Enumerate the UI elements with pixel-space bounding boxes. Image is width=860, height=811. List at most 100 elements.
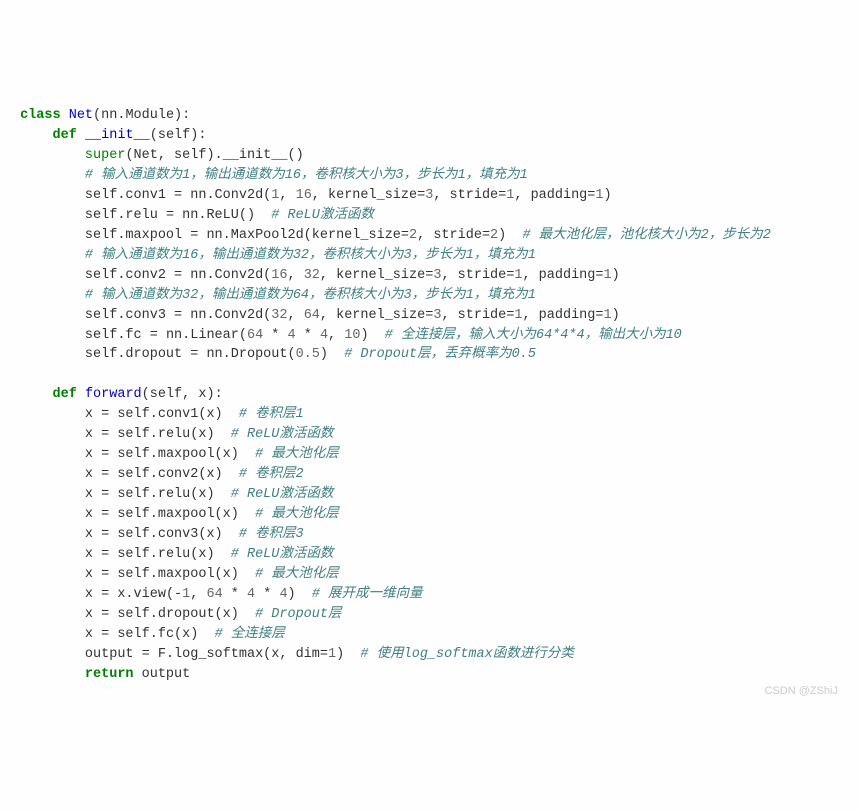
op: = [142, 647, 150, 662]
text: x [85, 567, 101, 582]
text: , stride [441, 268, 506, 283]
comment: # 最大池化层 [255, 567, 339, 582]
text: x [85, 627, 101, 642]
line: x = self.conv1(x) # 卷积层1 [12, 407, 304, 422]
class-name: Net [69, 108, 93, 123]
line: x = self.dropout(x) # Dropout层 [12, 607, 341, 622]
fn-name: __init__ [85, 128, 150, 143]
line: self.relu = nn.ReLU() # ReLU激活函数 [12, 208, 374, 223]
args: (self): [150, 128, 207, 143]
num: 4 [247, 587, 255, 602]
text: ) [320, 347, 344, 362]
num: 4 [320, 328, 328, 343]
num: 4 [279, 587, 287, 602]
fn-name: forward [85, 387, 142, 402]
op: = [174, 188, 182, 203]
text: self.relu(x) [109, 487, 231, 502]
comment: # 卷积层1 [239, 407, 304, 422]
line: x = self.conv3(x) # 卷积层3 [12, 527, 304, 542]
text: x [85, 587, 101, 602]
text: ) [336, 647, 360, 662]
text: self.relu(x) [109, 427, 231, 442]
op: = [101, 607, 109, 622]
comment: # 输入通道数为1，输出通道数为16，卷积核大小为3，步长为1，填充为1 [85, 168, 528, 183]
comment: # 卷积层2 [239, 467, 304, 482]
comment: # 最大池化层，池化核大小为2，步长为2 [522, 228, 770, 243]
num: 0.5 [296, 347, 320, 362]
text: x [85, 547, 101, 562]
op: = [174, 268, 182, 283]
text: nn.Conv2d( [182, 188, 271, 203]
line: x = self.relu(x) # ReLU激活函数 [12, 427, 333, 442]
text: ) [498, 228, 522, 243]
comment: # ReLU激活函数 [231, 487, 334, 502]
text [296, 328, 304, 343]
comment: # 全连接层，输入大小为64*4*4，输出大小为10 [385, 328, 682, 343]
text: x [85, 607, 101, 622]
text: , stride [417, 228, 482, 243]
op: = [174, 308, 182, 323]
code-block: class Net(nn.Module): def __init__(self)… [12, 86, 848, 705]
comment: # 展开成一维向量 [312, 587, 423, 602]
text: ) [360, 328, 384, 343]
op: = [150, 328, 158, 343]
text: , [279, 188, 295, 203]
text: nn.ReLU() [174, 208, 271, 223]
line: def forward(self, x): [12, 387, 223, 402]
keyword-def: def [53, 128, 77, 143]
num: 1 [595, 188, 603, 203]
num: 32 [271, 308, 287, 323]
line: x = self.maxpool(x) # 最大池化层 [12, 567, 339, 582]
line: x = self.relu(x) # ReLU激活函数 [12, 487, 333, 502]
text: , [287, 268, 303, 283]
text: self.maxpool(x) [109, 567, 255, 582]
text: self.maxpool(x) [109, 507, 255, 522]
comment: # 输入通道数为16，输出通道数为32，卷积核大小为3，步长为1，填充为1 [85, 248, 536, 263]
keyword-return: return [85, 667, 134, 682]
text: , [287, 308, 303, 323]
op: - [174, 587, 182, 602]
text: ) [604, 188, 612, 203]
line: def __init__(self): [12, 128, 206, 143]
num: 4 [288, 328, 296, 343]
line: x = self.maxpool(x) # 最大池化层 [12, 447, 339, 462]
line: x = self.conv2(x) # 卷积层2 [12, 467, 304, 482]
num: 1 [604, 308, 612, 323]
text: , kernel_size [320, 268, 425, 283]
op: = [595, 308, 603, 323]
line: self.conv1 = nn.Conv2d(1, 16, kernel_siz… [12, 188, 612, 203]
text: , stride [441, 308, 506, 323]
num: 2 [409, 228, 417, 243]
text: ) [612, 308, 620, 323]
line: # 输入通道数为32，输出通道数为64，卷积核大小为3，步长为1，填充为1 [12, 288, 536, 303]
text: self.fc(x) [109, 627, 214, 642]
text: , [328, 328, 344, 343]
text: self.dropout(x) [109, 607, 255, 622]
text: F.log_softmax(x, dim [150, 647, 320, 662]
line: super(Net, self).__init__() [12, 148, 304, 163]
text: self.fc [85, 328, 150, 343]
watermark: CSDN @ZShiJ [764, 683, 838, 699]
text: , padding [522, 308, 595, 323]
line: x = self.fc(x) # 全连接层 [12, 627, 285, 642]
op: * [231, 587, 239, 602]
num: 64 [247, 328, 263, 343]
text: self.maxpool [85, 228, 190, 243]
text: x [85, 507, 101, 522]
line: x = self.maxpool(x) # 最大池化层 [12, 507, 339, 522]
op: = [401, 228, 409, 243]
text: x [85, 427, 101, 442]
text [223, 587, 231, 602]
comment: # 输入通道数为32，输出通道数为64，卷积核大小为3，步长为1，填充为1 [85, 288, 536, 303]
num: 10 [344, 328, 360, 343]
keyword-def: def [53, 387, 77, 402]
line: self.fc = nn.Linear(64 * 4 * 4, 10) # 全连… [12, 328, 682, 343]
text: nn.Conv2d( [182, 308, 271, 323]
line: self.conv2 = nn.Conv2d(16, 32, kernel_si… [12, 268, 620, 283]
text: nn.Linear( [158, 328, 247, 343]
comment: # ReLU激活函数 [231, 547, 334, 562]
text: x [85, 407, 101, 422]
op: = [482, 228, 490, 243]
text: self.conv3 [85, 308, 174, 323]
keyword-class: class [20, 108, 61, 123]
